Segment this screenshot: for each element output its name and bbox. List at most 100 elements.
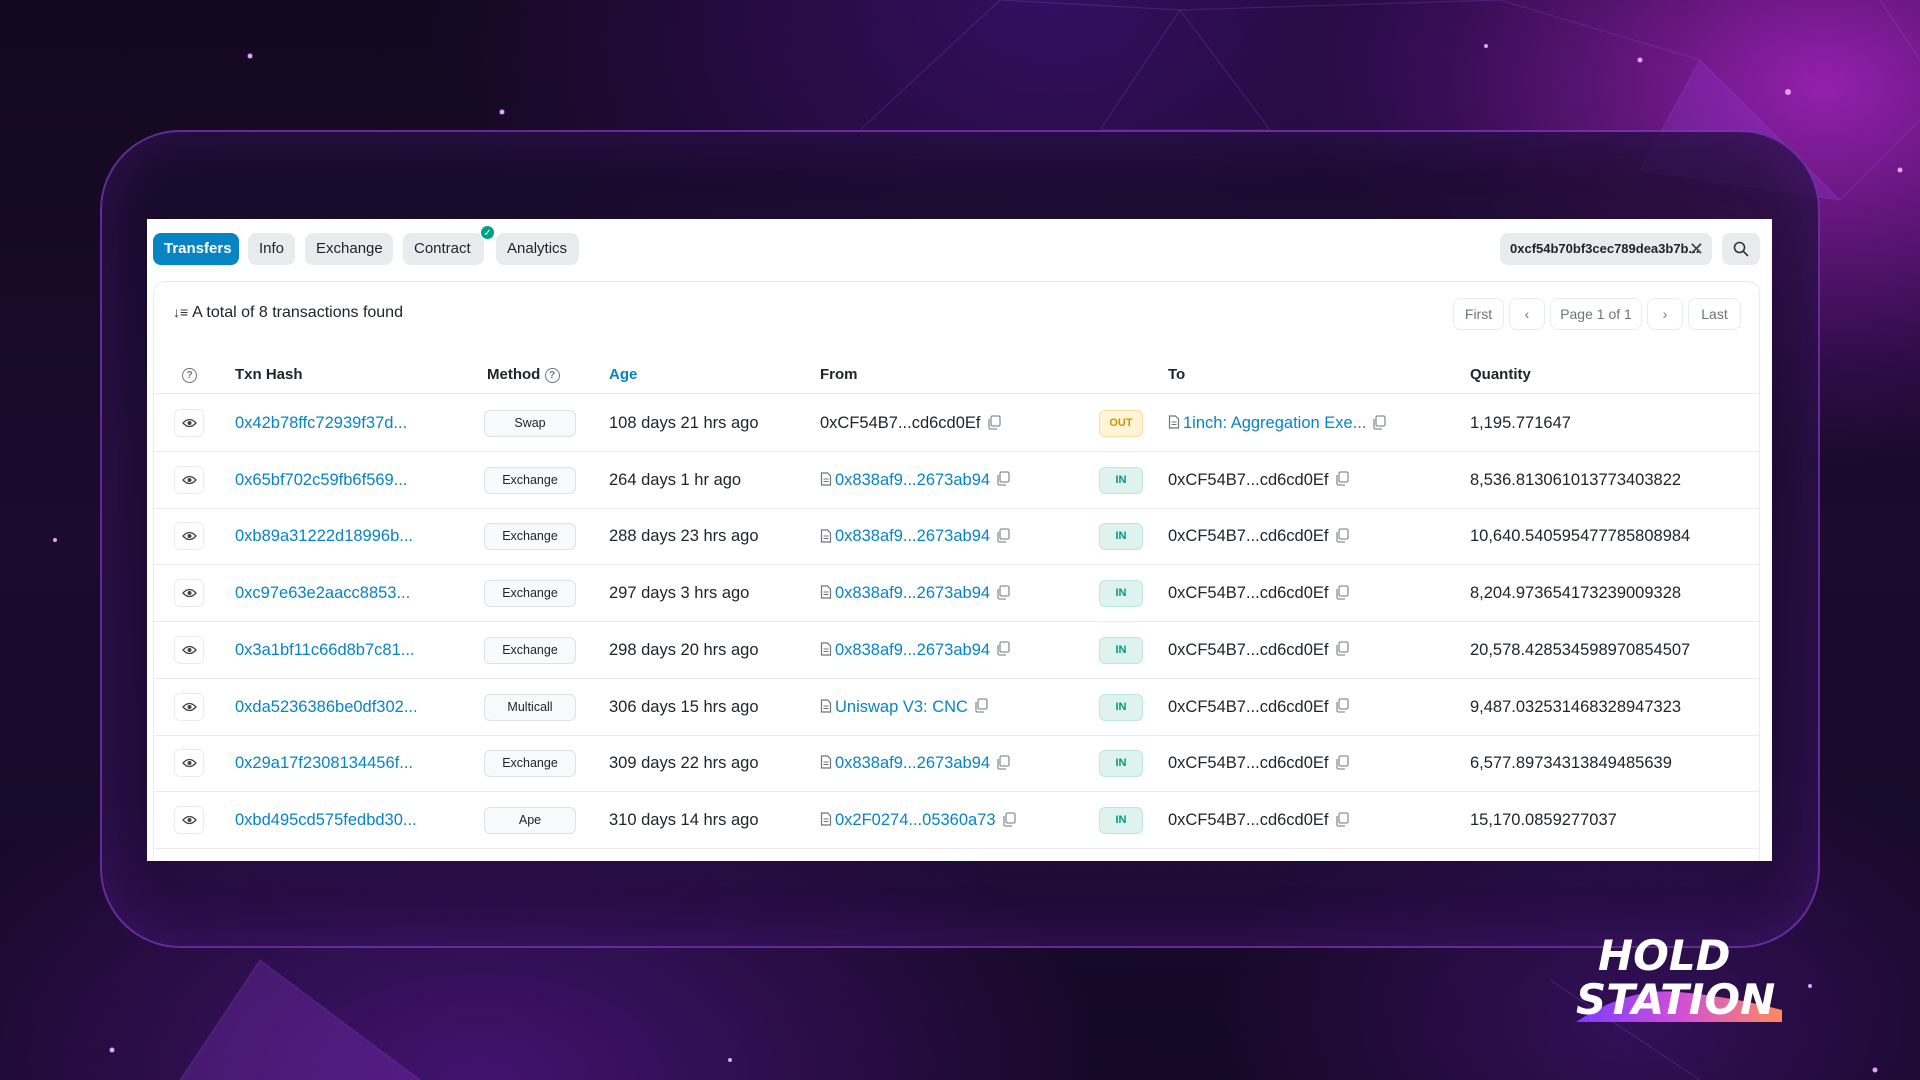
tab-transfers[interactable]: Transfers [153, 233, 239, 265]
txn-hash-link[interactable]: 0x42b78ffc72939f37d... [235, 395, 407, 451]
from-address-text: 0x838af9...2673ab94 [835, 470, 991, 489]
document-icon [1168, 415, 1180, 429]
first-page-button[interactable]: First [1453, 298, 1504, 330]
tab-contract[interactable]: Contract ✓ [403, 225, 495, 265]
tab-analytics[interactable]: Analytics [496, 233, 579, 265]
table-row: 0xb89a31222d18996b... Exchange 288 days 23… [154, 508, 1759, 566]
copy-icon[interactable] [1335, 641, 1349, 657]
from-address[interactable]: 0x838af9...2673ab94 [820, 508, 1010, 564]
from-address[interactable]: 0x838af9...2673ab94 [820, 735, 1010, 791]
transactions-summary: ↓≡ A total of 8 transactions found [173, 304, 403, 322]
view-details-button[interactable] [174, 409, 204, 437]
view-details-button[interactable] [174, 579, 204, 608]
tab-label: Analytics [507, 240, 568, 257]
from-address[interactable]: 0x838af9...2673ab94 [820, 565, 1010, 621]
from-address[interactable]: 0x2F0274...05360a73 [820, 792, 1016, 848]
view-details-button[interactable] [174, 635, 204, 664]
eye-icon [182, 532, 197, 541]
table-row: 0xbd495cd575fedbd30... Ape 310 days 14 hrs… [154, 792, 1759, 849]
from-address-text: 0xCF54B7...cd6cd0Ef [820, 414, 981, 432]
copy-icon[interactable] [996, 585, 1010, 600]
to-address-text: 0xCF54B7...cd6cd0Ef [1168, 810, 1329, 829]
txn-hash-link[interactable]: 0xc97e63e2aacc8853... [235, 565, 410, 621]
view-details-button[interactable] [174, 749, 204, 778]
from-address[interactable]: 0x838af9...2673ab94 [820, 622, 1010, 678]
search-button[interactable] [1722, 233, 1760, 265]
search-icon [1733, 241, 1749, 257]
from-address-text: 0x838af9...2673ab94 [835, 640, 991, 659]
quantity-value: 9,487.032531468328947323 [1470, 697, 1682, 716]
next-page-button[interactable]: › [1647, 298, 1683, 330]
to-address[interactable]: 1inch: Aggregation Exe... [1168, 395, 1387, 451]
column-age[interactable]: Age [609, 356, 637, 394]
document-icon [820, 699, 832, 713]
column-method: Method ? [487, 356, 560, 394]
age-value: 309 days 22 hrs ago [609, 754, 759, 773]
tab-label: Exchange [316, 240, 383, 257]
method-badge: Exchange [484, 466, 576, 494]
from-address-text: 0x838af9...2673ab94 [835, 527, 991, 546]
page-indicator: Page 1 of 1 [1550, 298, 1642, 330]
document-icon [820, 755, 832, 769]
direction-badge: IN [1099, 580, 1143, 608]
from-address[interactable]: 0x838af9...2673ab94 [820, 452, 1010, 508]
copy-icon[interactable] [974, 698, 988, 713]
to-address-text: 1inch: Aggregation Exe... [1183, 414, 1367, 432]
summary-text: A total of 8 transactions found [192, 304, 403, 321]
to-address-text: 0xCF54B7...cd6cd0Ef [1168, 584, 1329, 603]
copy-icon[interactable] [987, 414, 1001, 430]
copy-icon[interactable] [1335, 698, 1349, 713]
from-address-text: 0x838af9...2673ab94 [835, 754, 991, 773]
copy-icon[interactable] [996, 755, 1010, 770]
age-value: 310 days 14 hrs ago [609, 810, 759, 829]
sort-descending-icon[interactable]: ↓≡ [173, 304, 188, 320]
question-circle-icon[interactable]: ? [544, 367, 560, 383]
last-page-button[interactable]: Last [1688, 298, 1741, 330]
copy-icon[interactable] [1335, 755, 1349, 770]
age-value: 298 days 20 hrs ago [609, 640, 759, 659]
question-circle-icon: ? [182, 367, 197, 383]
view-details-button[interactable] [174, 522, 204, 551]
copy-icon[interactable] [1335, 811, 1349, 827]
logo-line1: HOLD [1598, 932, 1730, 980]
view-details-button[interactable] [174, 805, 204, 834]
direction-badge: IN [1099, 466, 1143, 494]
from-address[interactable]: Uniswap V3: CNC [820, 679, 988, 735]
eye-icon [182, 588, 197, 598]
tab-label: Contract [414, 240, 471, 257]
txn-hash-link[interactable]: 0xbd495cd575fedbd30... [235, 792, 417, 848]
copy-icon[interactable] [1335, 471, 1349, 486]
last-label: Last [1701, 306, 1728, 322]
tab-exchange[interactable]: Exchange [305, 233, 393, 265]
copy-icon[interactable] [996, 471, 1010, 486]
copy-icon[interactable] [1372, 414, 1387, 430]
txn-hash-link[interactable]: 0x29a17f2308134456f... [235, 735, 413, 791]
close-icon[interactable]: ✕ [1689, 233, 1704, 265]
help-column[interactable]: ? [182, 356, 197, 394]
view-details-button[interactable] [174, 692, 204, 721]
address-filter-chip[interactable]: 0xcf54b70bf3cec789dea3b7b... ✕ [1500, 233, 1712, 265]
copy-icon[interactable] [996, 641, 1010, 657]
quantity-value: 8,204.973654173239009328 [1470, 584, 1682, 603]
quantity-value: 15,170.0859277037 [1470, 810, 1617, 829]
transfers-card: ↓≡ A total of 8 transactions found First … [153, 281, 1760, 861]
tab-info[interactable]: Info [248, 233, 295, 265]
txn-hash-link[interactable]: 0xb89a31222d18996b... [235, 508, 413, 564]
age-value: 108 days 21 hrs ago [609, 414, 759, 432]
copy-icon[interactable] [1002, 811, 1016, 827]
copy-icon[interactable] [996, 528, 1010, 543]
tab-label: Info [259, 240, 285, 257]
table-row: 0xda5236386be0df302... Multicall 306 days … [154, 679, 1759, 736]
copy-icon[interactable] [1335, 528, 1349, 543]
txn-hash-link[interactable]: 0xda5236386be0df302... [235, 679, 418, 735]
to-address: 0xCF54B7...cd6cd0Ef [1168, 622, 1349, 678]
txn-hash-link[interactable]: 0x3a1bf11c66d8b7c81... [235, 622, 415, 678]
txn-hash-link[interactable]: 0x65bf702c59fb6f569... [235, 452, 407, 508]
age-value: 306 days 15 hrs ago [609, 697, 759, 716]
holdstation-logo: HOLD STATION [1568, 931, 1788, 1024]
prev-page-button[interactable]: ‹ [1509, 298, 1545, 330]
view-details-button[interactable] [174, 465, 204, 494]
age-value: 297 days 3 hrs ago [609, 584, 750, 603]
copy-icon[interactable] [1335, 585, 1349, 600]
tab-label: Transfers [164, 240, 232, 257]
